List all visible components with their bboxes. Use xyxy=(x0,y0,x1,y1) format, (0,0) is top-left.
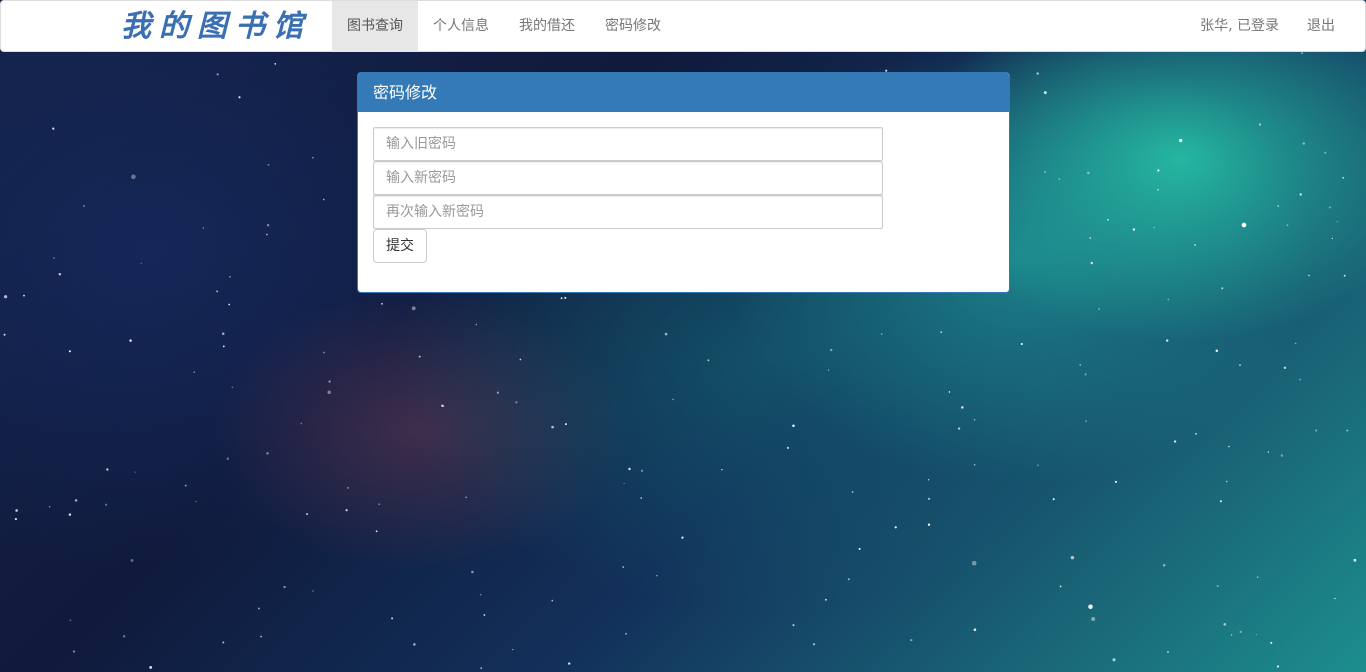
nav-item-personal-info[interactable]: 个人信息 xyxy=(418,1,504,52)
panel-title: 密码修改 xyxy=(358,73,1009,112)
nav-item-my-borrowing[interactable]: 我的借还 xyxy=(504,1,590,52)
confirm-password-input[interactable] xyxy=(373,195,883,229)
navbar: 我的图书馆 图书查询 个人信息 我的借还 密码修改 张华, 已登录 退出 xyxy=(0,0,1366,52)
change-password-panel: 密码修改 提交 xyxy=(357,72,1010,293)
logout-link[interactable]: 退出 xyxy=(1293,1,1349,52)
old-password-input[interactable] xyxy=(373,127,883,161)
brand-logo[interactable]: 我的图书馆 xyxy=(121,5,311,49)
nav-item-book-search[interactable]: 图书查询 xyxy=(332,1,418,52)
user-status[interactable]: 张华, 已登录 xyxy=(1186,1,1293,52)
password-form: 提交 xyxy=(358,112,1009,278)
submit-button[interactable]: 提交 xyxy=(373,229,427,263)
nav-menu: 图书查询 个人信息 我的借还 密码修改 xyxy=(332,1,676,52)
nav-user-area: 张华, 已登录 退出 xyxy=(1186,1,1349,52)
nav-item-change-password[interactable]: 密码修改 xyxy=(590,1,676,52)
new-password-input[interactable] xyxy=(373,161,883,195)
